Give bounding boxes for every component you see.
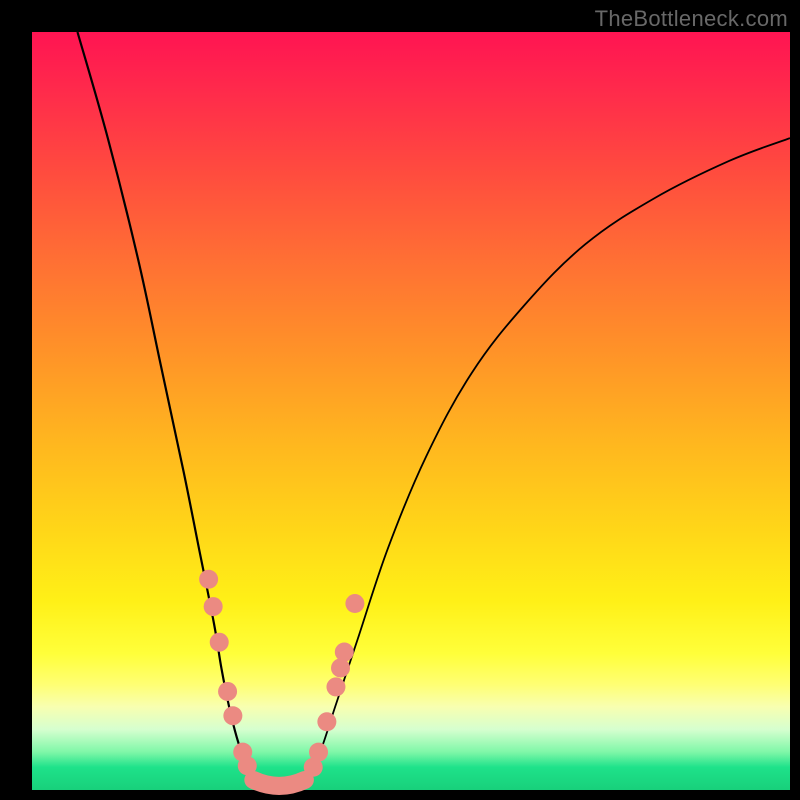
chart-frame: TheBottleneck.com	[0, 0, 800, 800]
data-marker	[218, 682, 237, 701]
data-marker	[204, 597, 223, 616]
data-marker	[317, 712, 336, 731]
data-marker	[199, 570, 218, 589]
data-marker	[326, 677, 345, 696]
data-marker	[331, 658, 350, 677]
data-marker	[210, 633, 229, 652]
chart-overlay	[32, 32, 790, 790]
data-marker	[335, 643, 354, 662]
right-markers	[304, 594, 365, 777]
data-marker	[309, 743, 328, 762]
left-branch-curve	[77, 32, 259, 782]
data-marker	[223, 706, 242, 725]
watermark-text: TheBottleneck.com	[595, 6, 788, 32]
left-markers	[199, 570, 257, 775]
right-branch-curve	[305, 138, 790, 782]
valley-highlight	[253, 780, 305, 786]
data-marker	[345, 594, 364, 613]
plot-area	[32, 32, 790, 790]
data-marker	[238, 756, 257, 775]
